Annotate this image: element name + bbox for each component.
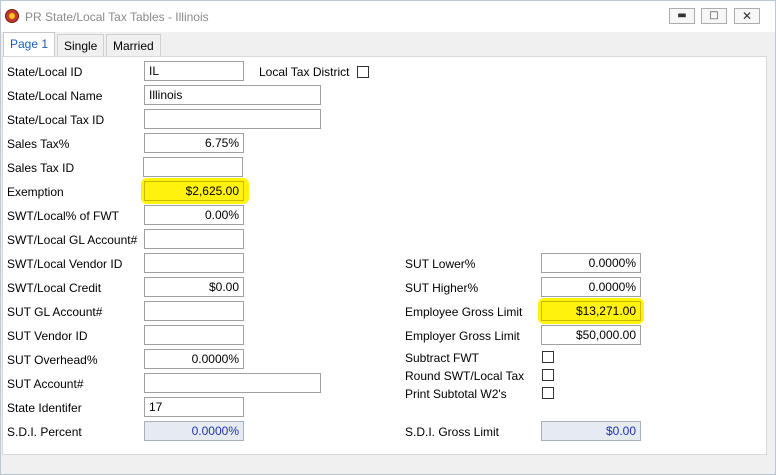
sales-tax-pct-label: Sales Tax% (7, 137, 70, 151)
app-icon (5, 9, 19, 23)
swt-local-gl-account-field[interactable] (144, 229, 244, 249)
state-identifier-label: State Identifer (7, 401, 82, 415)
exemption-field[interactable]: $2,625.00 (144, 181, 244, 201)
state-local-tax-id-field[interactable] (144, 109, 321, 129)
local-tax-district-label: Local Tax District (259, 65, 350, 79)
close-icon[interactable]: ✕ (734, 8, 760, 24)
print-subtotal-w2s-checkbox[interactable] (542, 387, 554, 399)
exemption-label: Exemption (7, 185, 64, 199)
sales-tax-id-label: Sales Tax ID (7, 161, 75, 175)
title-bar[interactable]: PR State/Local Tax Tables - Illinois ▬ □… (1, 1, 775, 32)
sdi-percent-label: S.D.I. Percent (7, 425, 82, 439)
minimize-icon[interactable]: ▬ (669, 8, 695, 24)
state-local-id-label: State/Local ID (7, 65, 83, 79)
sut-lower-label: SUT Lower% (405, 257, 476, 271)
sut-account-label: SUT Account# (7, 377, 84, 391)
swt-local-credit-field[interactable]: $0.00 (144, 277, 244, 297)
sut-higher-label: SUT Higher% (405, 281, 479, 295)
subtract-fwt-checkbox[interactable] (542, 351, 554, 363)
sut-account-field[interactable] (144, 373, 321, 393)
swt-local-pct-fwt-field[interactable]: 0.00% (144, 205, 244, 225)
subtract-fwt-label: Subtract FWT (405, 351, 480, 365)
sales-tax-pct-field[interactable]: 6.75% (144, 133, 244, 153)
tab-page-1[interactable]: Page 1 (3, 32, 56, 57)
tab-strip: Page 1 Single Married (1, 32, 775, 57)
sales-tax-id-field[interactable] (143, 157, 243, 177)
page-1-panel (2, 56, 767, 455)
swt-local-vendor-id-field[interactable] (144, 253, 244, 273)
sut-gl-account-label: SUT GL Account# (7, 305, 103, 319)
tax-table-window: PR State/Local Tax Tables - Illinois ▬ □… (0, 0, 776, 475)
state-local-name-field[interactable]: Illinois (144, 85, 321, 105)
sut-vendor-id-field[interactable] (144, 325, 244, 345)
tab-married[interactable]: Married (106, 34, 161, 56)
swt-local-pct-fwt-label: SWT/Local% of FWT (7, 209, 120, 223)
sut-overhead-pct-field[interactable]: 0.0000% (144, 349, 244, 369)
employer-gross-limit-field[interactable]: $50,000.00 (541, 325, 641, 345)
sut-vendor-id-label: SUT Vendor ID (7, 329, 88, 343)
sut-higher-field[interactable]: 0.0000% (541, 277, 641, 297)
print-subtotal-w2s-label: Print Subtotal W2's (405, 387, 507, 401)
sut-overhead-pct-label: SUT Overhead% (7, 353, 98, 367)
sdi-gross-limit-field: $0.00 (541, 421, 641, 441)
sut-lower-field[interactable]: 0.0000% (541, 253, 641, 273)
state-local-tax-id-label: State/Local Tax ID (7, 113, 105, 127)
tab-single[interactable]: Single (57, 34, 105, 56)
state-local-id-field[interactable]: IL (144, 61, 244, 81)
employee-gross-limit-field[interactable]: $13,271.00 (541, 301, 641, 321)
swt-local-vendor-id-label: SWT/Local Vendor ID (7, 257, 123, 271)
sdi-percent-field: 0.0000% (144, 421, 244, 441)
employee-gross-limit-label: Employee Gross Limit (405, 305, 523, 319)
employer-gross-limit-label: Employer Gross Limit (405, 329, 520, 343)
local-tax-district-checkbox[interactable] (357, 66, 369, 78)
state-identifier-field[interactable]: 17 (144, 397, 244, 417)
state-local-name-label: State/Local Name (7, 89, 103, 103)
sut-gl-account-field[interactable] (144, 301, 244, 321)
sdi-gross-limit-label: S.D.I. Gross Limit (405, 425, 500, 439)
maximize-icon[interactable]: □ (701, 8, 727, 24)
window-title: PR State/Local Tax Tables - Illinois (25, 10, 209, 24)
round-swt-local-tax-checkbox[interactable] (542, 369, 554, 381)
swt-local-credit-label: SWT/Local Credit (7, 281, 102, 295)
round-swt-local-tax-label: Round SWT/Local Tax (405, 369, 525, 383)
swt-local-gl-account-label: SWT/Local GL Account# (7, 233, 138, 247)
